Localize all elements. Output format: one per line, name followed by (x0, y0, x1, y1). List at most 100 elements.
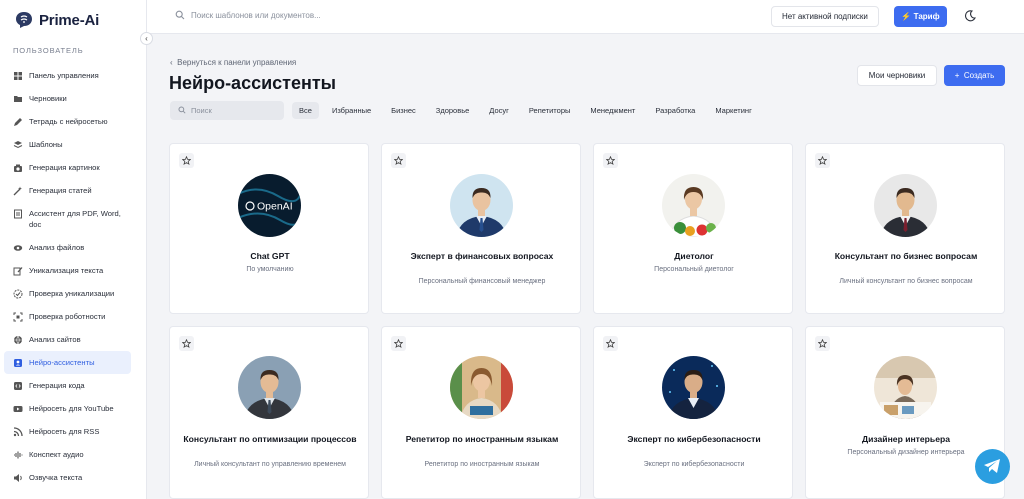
assistant-card[interactable]: Диетолог Персональный диетолог (593, 143, 793, 314)
speaker-icon (13, 473, 23, 483)
sidebar-item-label: Проверка уникализации (29, 289, 115, 298)
tariff-button[interactable]: ⚡ Тариф (894, 6, 947, 27)
assistant-card-description: Персональный дизайнер интерьера (847, 449, 965, 456)
topbar: Поиск шаблонов или документов... Нет акт… (147, 0, 1024, 34)
assistant-avatar (874, 174, 937, 237)
document-icon (13, 209, 23, 219)
filter-tab[interactable]: Маркетинг (708, 102, 758, 119)
sidebar-item-0[interactable]: Панель управления (4, 64, 131, 87)
star-icon (394, 156, 403, 165)
filter-tab[interactable]: Менеджмент (583, 102, 642, 119)
favorite-star-button[interactable] (603, 336, 618, 351)
assistant-card[interactable]: Эксперт по кибербезопасности Эксперт по к… (593, 326, 793, 499)
assistant-card-title: Репетитор по иностранным языкам (405, 434, 559, 444)
assistant-card-description: По умолчанию (246, 266, 294, 273)
assistant-card-description: Личный консультант по бизнес вопросам (839, 278, 973, 285)
sidebar-item-7[interactable]: Анализ файлов (4, 236, 131, 259)
rss-icon (13, 427, 23, 437)
brain-logo-icon (16, 12, 32, 28)
page-title: Нейро-ассистенты (169, 73, 337, 93)
sidebar-nav: Панель управления Черновики Тетрадь с нейр… (4, 64, 131, 489)
filter-tabs: Все Избранные Бизнес Здоровье Досуг Репетитор… (292, 101, 765, 120)
filter-tab[interactable]: Бизнес (384, 102, 423, 119)
sidebar-item-label: Генерация статей (29, 186, 92, 195)
sidebar-item-8[interactable]: Уникализация текста (4, 259, 131, 282)
filter-tab[interactable]: Разработка (648, 102, 702, 119)
filter-tab[interactable]: Досуг (482, 102, 516, 119)
filter-tab[interactable]: Избранные (325, 102, 378, 119)
sidebar-item-label: Нейросеть для YouTube (29, 404, 114, 413)
telegram-button[interactable] (975, 449, 1010, 484)
sidebar-item-15[interactable]: Нейросеть для RSS (4, 420, 131, 443)
favorite-star-button[interactable] (603, 153, 618, 168)
folder-icon (13, 94, 23, 104)
favorite-star-button[interactable] (179, 153, 194, 168)
sidebar-item-11[interactable]: Анализ сайтов (4, 328, 131, 351)
search-icon (178, 106, 186, 114)
assistant-card-title: Консультант по оптимизации процессов (183, 434, 357, 444)
sidebar-item-4[interactable]: Генерация картинок (4, 156, 131, 179)
layers-icon (13, 140, 23, 150)
filter-tab[interactable]: Репетиторы (522, 102, 578, 119)
star-icon (818, 339, 827, 348)
youtube-icon (13, 404, 23, 414)
assistant-card-description: Репетитор по иностранным языкам (424, 461, 540, 468)
star-icon (182, 156, 191, 165)
sidebar-item-label: Анализ файлов (29, 243, 85, 252)
sidebar-item-label: Нейросеть для RSS (29, 427, 100, 436)
assistant-card[interactable]: OpenAI Chat GPT По умолчанию (169, 143, 369, 314)
audio-wave-icon (13, 450, 23, 460)
sidebar-item-label: Уникализация текста (29, 266, 104, 275)
assistant-card[interactable]: Консультант по бизнес вопросам Личный кон… (805, 143, 1005, 314)
favorite-star-button[interactable] (815, 153, 830, 168)
sidebar-item-label: Проверка роботности (29, 312, 106, 321)
back-link-label: Вернуться к панели управления (177, 58, 297, 67)
sidebar-item-10[interactable]: Проверка роботности (4, 305, 131, 328)
sidebar-item-label: Озвучка текста (29, 473, 83, 482)
tariff-label: Тариф (913, 12, 940, 21)
moon-icon[interactable] (963, 9, 977, 23)
assistant-search-placeholder: Поиск (191, 106, 212, 115)
favorite-star-button[interactable] (179, 336, 194, 351)
create-button[interactable]: + Создать (944, 65, 1005, 86)
edit-icon (13, 266, 23, 276)
sidebar-item-14[interactable]: Нейросеть для YouTube (4, 397, 131, 420)
sidebar-item-3[interactable]: Шаблоны (4, 133, 131, 156)
assistant-card[interactable]: Консультант по оптимизации процессов Личн… (169, 326, 369, 499)
sidebar-item-2[interactable]: Тетрадь с нейросетью (4, 110, 131, 133)
sidebar-item-13[interactable]: Генерация кода (4, 374, 131, 397)
global-search-input[interactable]: Поиск шаблонов или документов... (175, 10, 321, 20)
assistant-card[interactable]: Репетитор по иностранным языкам Репетитор… (381, 326, 581, 499)
assistant-avatar (874, 356, 937, 419)
sidebar-item-9[interactable]: Проверка уникализации (4, 282, 131, 305)
assistant-search-input[interactable]: Поиск (170, 101, 284, 120)
sidebar-item-12[interactable]: Нейро-ассистенты (4, 351, 131, 374)
assistant-card-title: Консультант по бизнес вопросам (834, 251, 978, 261)
sidebar-item-label: Анализ сайтов (29, 335, 81, 344)
sidebar-item-1[interactable]: Черновики (4, 87, 131, 110)
assistant-card[interactable]: Дизайнер интерьера Персональный дизайнер … (805, 326, 1005, 499)
filter-tab[interactable]: Все (292, 102, 319, 119)
favorite-star-button[interactable] (815, 336, 830, 351)
subscription-button[interactable]: Нет активной подписки (771, 6, 879, 27)
assistant-avatar (450, 356, 513, 419)
globe-icon (13, 335, 23, 345)
sidebar-item-17[interactable]: Озвучка текста (4, 466, 131, 489)
favorite-star-button[interactable] (391, 153, 406, 168)
sidebar-item-label: Генерация кода (29, 381, 85, 390)
sidebar-item-label: Панель управления (29, 71, 99, 80)
assistant-avatar (450, 174, 513, 237)
assistant-card[interactable]: Эксперт в финансовых вопросах Персональны… (381, 143, 581, 314)
sidebar-item-5[interactable]: Генерация статей (4, 179, 131, 202)
sidebar-item-label: Нейро-ассистенты (29, 358, 95, 367)
assistant-card-title: Дизайнер интерьера (861, 434, 951, 444)
my-drafts-button[interactable]: Мои черновики (857, 65, 937, 86)
logo[interactable]: Prime-Ai (14, 10, 99, 30)
sidebar-item-16[interactable]: Конспект аудио (4, 443, 131, 466)
sidebar-item-6[interactable]: Ассистент для PDF, Word, doc (4, 202, 131, 236)
filter-tab[interactable]: Здоровье (429, 102, 476, 119)
star-icon (182, 339, 191, 348)
collapse-sidebar-button[interactable]: ‹ (140, 32, 153, 45)
favorite-star-button[interactable] (391, 336, 406, 351)
back-link[interactable]: ‹ Вернуться к панели управления (170, 58, 296, 67)
